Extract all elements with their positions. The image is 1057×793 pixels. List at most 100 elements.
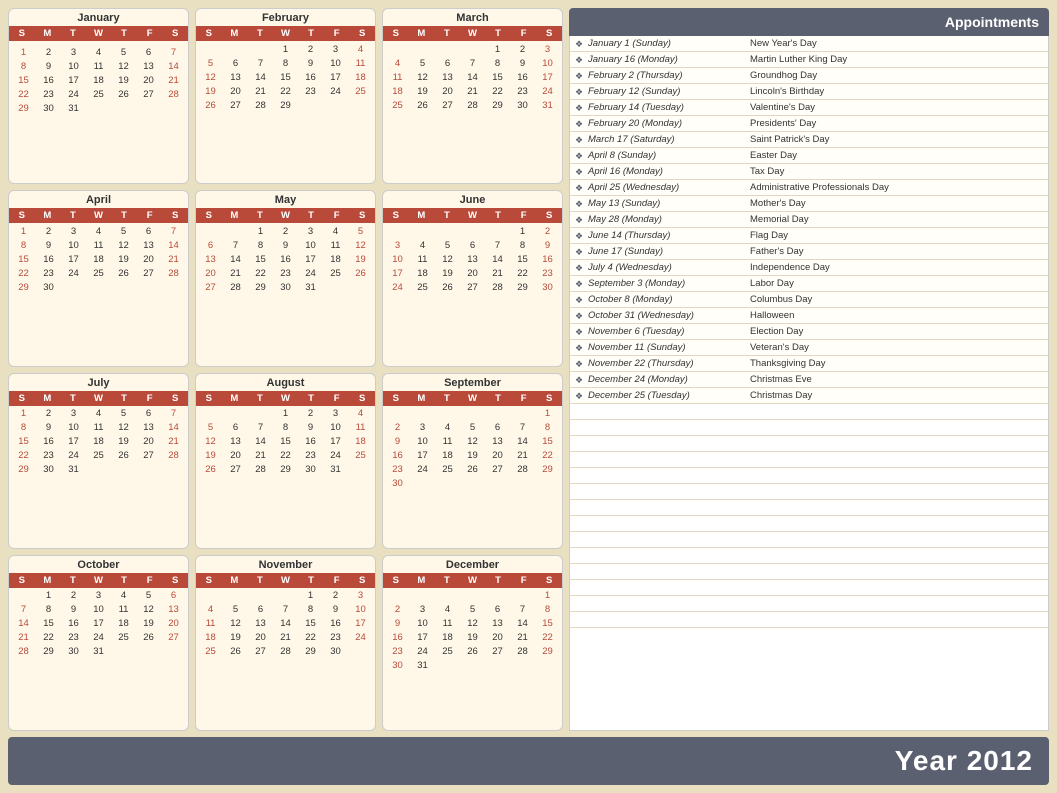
day-cell: 27 (136, 266, 161, 280)
day-cell: 9 (298, 56, 323, 70)
holiday-date: June 17 (Sunday) (588, 244, 748, 259)
day-cell: 21 (273, 631, 298, 645)
day-cell: 29 (273, 98, 298, 112)
day-cell (86, 463, 111, 477)
day-cell: 23 (36, 449, 61, 463)
holiday-name: Presidents' Day (748, 116, 1048, 131)
day-header: W (273, 391, 299, 406)
day-cell: 22 (273, 84, 298, 98)
day-cell: 18 (385, 84, 410, 98)
day-header: M (35, 26, 61, 41)
day-cell: 11 (323, 238, 348, 252)
day-cell (36, 477, 61, 480)
empty-appointment-row (570, 404, 1048, 420)
appointment-row: ❖September 3 (Monday)Labor Day (570, 276, 1048, 292)
day-cell: 8 (535, 421, 560, 435)
day-cell: 15 (273, 70, 298, 84)
day-cell: 22 (11, 87, 36, 101)
day-cell (485, 659, 510, 673)
day-cell (248, 407, 273, 421)
day-cell: 4 (86, 45, 111, 59)
day-cell: 30 (36, 463, 61, 477)
day-cell: 5 (460, 603, 485, 617)
day-cell: 1 (485, 42, 510, 56)
day-cell: 29 (535, 645, 560, 659)
day-cell: 28 (248, 98, 273, 112)
calendars-section: JanuarySMTWTFS12345678910111213141516171… (8, 8, 563, 731)
day-cell: 23 (36, 87, 61, 101)
day-cell: 9 (36, 238, 61, 252)
day-cell (111, 294, 136, 297)
day-cell: 28 (273, 645, 298, 659)
day-cell (198, 477, 223, 480)
day-cell: 3 (86, 589, 111, 603)
day-header: T (434, 391, 460, 406)
appointment-row: ❖October 31 (Wednesday)Halloween (570, 308, 1048, 324)
day-cell: 13 (248, 617, 273, 631)
day-cell: 31 (535, 98, 560, 112)
day-header: W (460, 573, 486, 588)
empty-appointment-row (570, 420, 1048, 436)
day-cell: 29 (11, 101, 36, 115)
day-cell: 23 (510, 84, 535, 98)
holiday-date: November 6 (Tuesday) (588, 324, 748, 339)
day-cell (348, 463, 373, 477)
diamond-icon: ❖ (570, 164, 588, 179)
day-cell: 17 (86, 617, 111, 631)
day-cell: 8 (36, 603, 61, 617)
day-cell: 12 (410, 70, 435, 84)
day-cell (111, 463, 136, 477)
holiday-name: Election Day (748, 324, 1048, 339)
month-title-january: January (9, 9, 188, 26)
day-cell: 7 (161, 407, 186, 421)
day-header: S (383, 208, 409, 223)
day-cell: 3 (410, 421, 435, 435)
day-cell: 22 (273, 449, 298, 463)
day-cell (223, 407, 248, 421)
day-cell (485, 294, 510, 297)
day-cell: 1 (36, 589, 61, 603)
day-cell (248, 112, 273, 115)
month-title-may: May (196, 191, 375, 208)
day-cell: 27 (223, 463, 248, 477)
day-cell (11, 589, 36, 603)
day-cell (385, 42, 410, 56)
diamond-icon: ❖ (570, 180, 588, 195)
day-header: T (111, 573, 137, 588)
calendar-september: SeptemberSMTWTFS123456789101112131415161… (382, 373, 563, 549)
diamond-icon: ❖ (570, 308, 588, 323)
day-header: M (222, 573, 248, 588)
day-cell: 13 (223, 435, 248, 449)
day-cell: 7 (161, 45, 186, 59)
day-cell: 14 (460, 70, 485, 84)
day-cell (385, 224, 410, 238)
diamond-icon: ❖ (570, 212, 588, 227)
day-cell: 7 (273, 603, 298, 617)
day-cell: 17 (323, 70, 348, 84)
day-cell (298, 112, 323, 115)
day-header: T (485, 208, 511, 223)
diamond-icon: ❖ (570, 148, 588, 163)
day-cell (348, 294, 373, 297)
empty-appointment-row (570, 532, 1048, 548)
day-cell (161, 463, 186, 477)
day-cell (323, 98, 348, 112)
day-header: T (434, 26, 460, 41)
empty-appointment-row (570, 468, 1048, 484)
day-cell: 9 (385, 617, 410, 631)
day-cell: 5 (348, 224, 373, 238)
calendar-march: MarchSMTWTFS1234567891011121314151617181… (382, 8, 563, 184)
day-cell: 21 (460, 84, 485, 98)
day-cell (510, 407, 535, 421)
holiday-name: Independence Day (748, 260, 1048, 275)
day-cell (273, 112, 298, 115)
day-header: T (60, 573, 86, 588)
day-cell: 1 (273, 407, 298, 421)
day-cell: 10 (298, 238, 323, 252)
day-cell (61, 280, 86, 294)
day-cell: 17 (61, 252, 86, 266)
holiday-name: Memorial Day (748, 212, 1048, 227)
day-cell: 10 (385, 252, 410, 266)
day-cell (198, 589, 223, 603)
appointment-row: ❖December 25 (Tuesday)Christmas Day (570, 388, 1048, 404)
